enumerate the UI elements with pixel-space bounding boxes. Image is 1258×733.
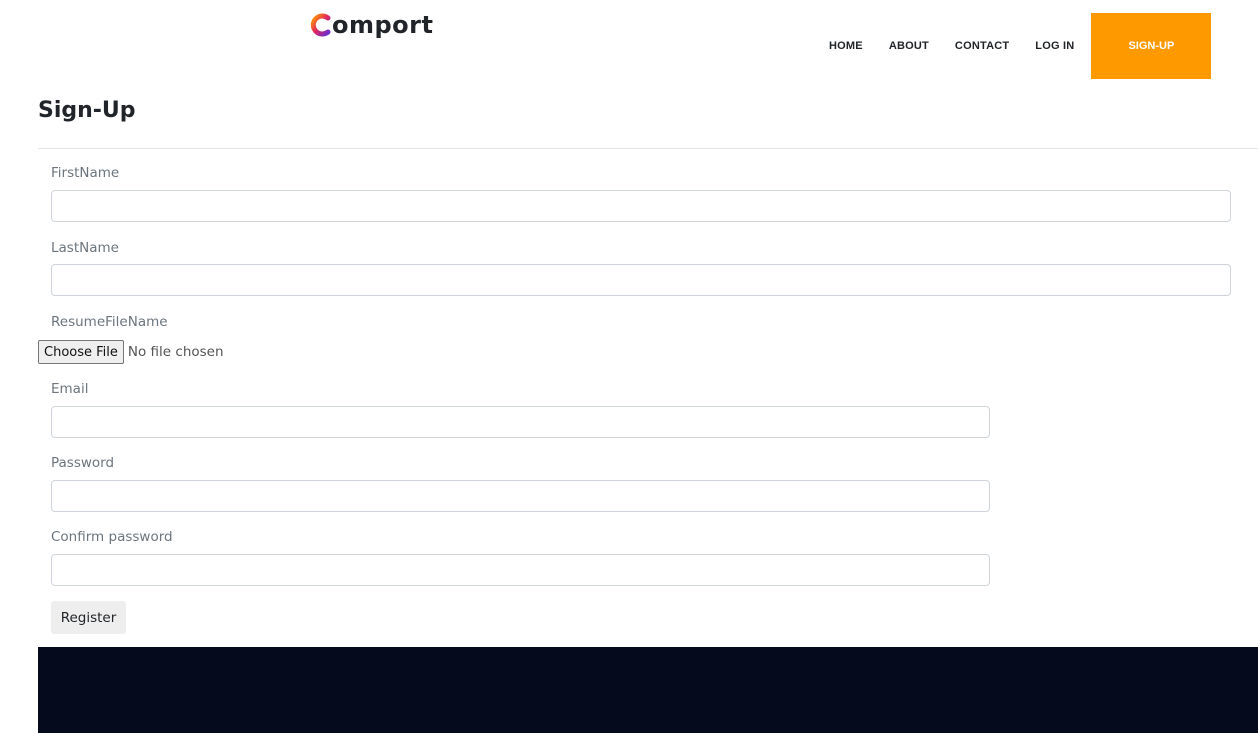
page-footer: [38, 647, 1258, 733]
resume-file-input: Choose File No file chosen: [38, 340, 224, 364]
first-name-input[interactable]: [51, 190, 1231, 222]
signup-page: omport HOME ABOUT CONTACT LOG IN SIGN-UP…: [0, 0, 1258, 733]
nav-contact-link[interactable]: CONTACT: [942, 40, 1022, 52]
first-name-label: FirstName: [51, 165, 120, 181]
email-input[interactable]: [51, 406, 990, 438]
file-status-text: No file chosen: [127, 344, 224, 360]
choose-file-button[interactable]: Choose File: [38, 340, 124, 364]
confirm-password-input[interactable]: [51, 554, 990, 586]
password-input[interactable]: [51, 480, 990, 512]
confirm-password-label: Confirm password: [51, 529, 173, 545]
nav-signup-button[interactable]: SIGN-UP: [1091, 13, 1212, 79]
resume-label: ResumeFileName: [51, 314, 168, 330]
title-divider: [38, 148, 1258, 149]
logo-c-icon: [310, 13, 331, 37]
logo-text: omport: [332, 11, 434, 39]
last-name-input[interactable]: [51, 264, 1231, 296]
brand-logo[interactable]: omport: [309, 8, 433, 42]
page-title: Sign-Up: [38, 98, 136, 123]
last-name-label: LastName: [51, 240, 119, 256]
register-button[interactable]: Register: [51, 601, 126, 634]
password-label: Password: [51, 455, 115, 471]
email-label: Email: [51, 381, 89, 397]
nav-home-link[interactable]: HOME: [816, 40, 876, 52]
nav-about-link[interactable]: ABOUT: [876, 40, 942, 52]
nav-login-link[interactable]: LOG IN: [1022, 40, 1087, 52]
main-nav: HOME ABOUT CONTACT LOG IN SIGN-UP: [816, 13, 1212, 79]
